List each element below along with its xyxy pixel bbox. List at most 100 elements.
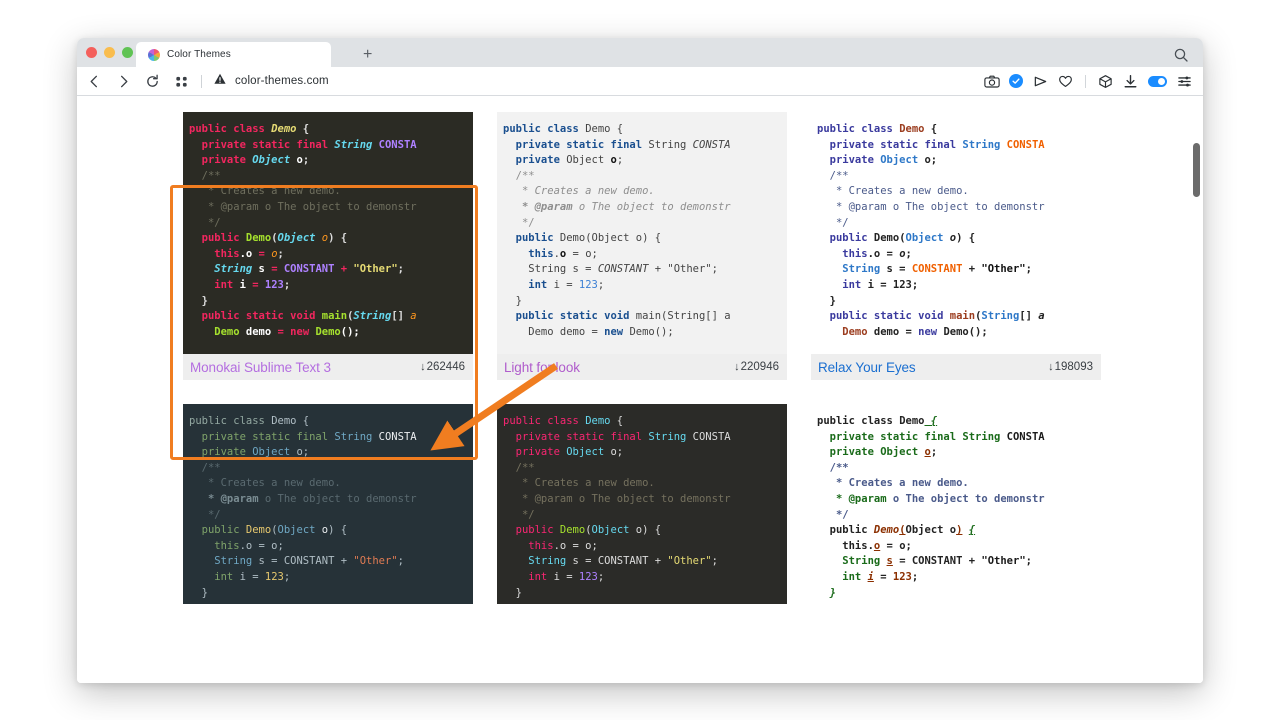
- code-token: i: [233, 278, 253, 291]
- code-token: {: [924, 415, 938, 427]
- code-line: public class Demo {: [189, 414, 473, 430]
- code-token: ;: [911, 278, 919, 291]
- code-token: Demo {: [585, 123, 624, 135]
- camera-icon[interactable]: [984, 74, 1000, 89]
- code-token: main: [949, 310, 976, 323]
- code-line: private Object o;: [189, 153, 473, 169]
- code-token: ;: [283, 278, 291, 291]
- code-token: public: [503, 524, 560, 537]
- code-token: int: [189, 278, 234, 291]
- address-bar[interactable]: color-themes.com: [213, 72, 329, 91]
- code-token: main: [321, 310, 348, 323]
- new-tab-button[interactable]: +: [363, 47, 372, 63]
- code-token: o: [315, 524, 329, 537]
- back-arrow-icon[interactable]: [87, 74, 102, 89]
- code-line: private Object o;: [503, 153, 787, 169]
- code-line: int i = 123;: [503, 278, 787, 294]
- code-line: this.o = o;: [189, 247, 473, 263]
- code-token: /**: [503, 461, 535, 474]
- code-token: */: [817, 216, 849, 229]
- code-token: o The object to demonstr: [886, 492, 1045, 505]
- code-token: ;: [1025, 263, 1032, 276]
- code-token: ) {: [956, 232, 976, 245]
- download-count: ↓ 220946: [734, 361, 779, 373]
- code-line: String s = CONSTANT + "Other";: [189, 554, 473, 570]
- code-token: i =: [861, 278, 893, 291]
- heart-icon[interactable]: [1058, 74, 1073, 89]
- menu-settings-icon[interactable]: [1177, 74, 1192, 89]
- code-preview: public class Demo { private static final…: [497, 404, 787, 604]
- minimize-window-button[interactable]: [104, 47, 115, 58]
- shield-check-icon[interactable]: [1009, 74, 1023, 88]
- theme-card[interactable]: public class Demo { private static final…: [183, 112, 473, 380]
- code-line: private static final String CONSTA: [189, 430, 473, 446]
- code-token: 123: [578, 278, 598, 291]
- code-token: * @param o The object to demonstr: [817, 200, 1045, 213]
- code-line: int i = 123;: [503, 570, 787, 586]
- browser-tab-color-themes[interactable]: Color Themes: [136, 42, 331, 67]
- code-token: 123: [578, 570, 598, 583]
- tab-strip: Color Themes +: [77, 38, 1203, 67]
- code-line: public class Demo {: [817, 122, 1101, 138]
- grid-icon[interactable]: [174, 74, 189, 89]
- code-token: Demo: [899, 123, 925, 135]
- search-icon[interactable]: [1173, 47, 1189, 63]
- code-token: * @param: [817, 492, 887, 505]
- forward-arrow-icon[interactable]: [116, 74, 131, 89]
- theme-card[interactable]: public class Demo { private static final…: [497, 404, 787, 604]
- maximize-window-button[interactable]: [122, 47, 133, 58]
- code-token: this.: [817, 539, 874, 552]
- code-line: String s = CONSTANT + "Other";: [503, 262, 787, 278]
- code-token: public class: [189, 415, 272, 427]
- reader-toggle-icon[interactable]: [1148, 75, 1167, 87]
- code-token: ;: [711, 555, 718, 568]
- cube-icon[interactable]: [1098, 74, 1113, 89]
- code-token: String: [817, 263, 881, 276]
- code-token: String: [648, 430, 687, 443]
- code-line: Demo demo = new Demo();: [817, 325, 1101, 341]
- theme-card[interactable]: public class Demo { private static final…: [811, 112, 1101, 380]
- code-line: Demo demo = new Demo();: [503, 325, 787, 341]
- code-token: Demo: [189, 325, 240, 338]
- code-token: ;: [905, 247, 912, 260]
- code-token: int: [503, 570, 548, 583]
- code-preview: public class Demo { private static final…: [811, 112, 1101, 354]
- code-line: public Demo(Object o) {: [817, 231, 1101, 247]
- theme-card[interactable]: public class Demo { private static final…: [811, 404, 1101, 604]
- code-line: private static final String CONSTA: [503, 430, 787, 446]
- code-line: /**: [503, 461, 787, 477]
- code-line: this.o = o;: [817, 247, 1101, 263]
- theme-card[interactable]: public class Demo { private static final…: [497, 112, 787, 380]
- code-line: private Object o;: [189, 445, 473, 461]
- vertical-scrollbar[interactable]: [1189, 96, 1203, 683]
- code-token: = o;: [566, 247, 598, 260]
- download-icon[interactable]: [1123, 74, 1138, 89]
- code-line: * Creates a new demo.: [189, 476, 473, 492]
- close-window-button[interactable]: [86, 47, 97, 58]
- code-line: String s = CONSTANT + "Other";: [189, 262, 473, 278]
- page-viewport: int i = 123; } public static void main(S…: [77, 96, 1203, 683]
- browser-toolbar: color-themes.com: [77, 67, 1203, 96]
- code-line: private Object o;: [817, 445, 1101, 461]
- theme-name-link[interactable]: Relax Your Eyes: [818, 360, 916, 375]
- code-token: ;: [597, 570, 605, 583]
- code-line: */: [817, 508, 1101, 524]
- code-line: public static void main(String[] a: [503, 309, 787, 325]
- browser-window: Color Themes + color-themes.com public c…: [77, 38, 1203, 683]
- code-line: private Object o;: [503, 445, 787, 461]
- download-arrow-icon: ↓: [1048, 361, 1054, 373]
- navigation-buttons: [87, 74, 189, 89]
- theme-name-link[interactable]: Monokai Sublime Text 3: [190, 360, 331, 375]
- scrollbar-thumb[interactable]: [1193, 143, 1200, 197]
- code-line: }: [503, 586, 787, 602]
- page-content: int i = 123; } public static void main(S…: [77, 96, 1203, 683]
- code-token: CONSTA: [372, 138, 417, 151]
- send-icon[interactable]: [1033, 74, 1048, 89]
- code-token: * Creates a new demo.: [817, 185, 969, 198]
- reload-icon[interactable]: [145, 74, 160, 89]
- theme-card[interactable]: public class Demo { private static final…: [183, 404, 473, 604]
- theme-name-link[interactable]: Light for look: [504, 360, 580, 375]
- code-token: o: [629, 524, 643, 537]
- code-token: ;: [930, 446, 938, 459]
- code-line: /**: [189, 169, 473, 185]
